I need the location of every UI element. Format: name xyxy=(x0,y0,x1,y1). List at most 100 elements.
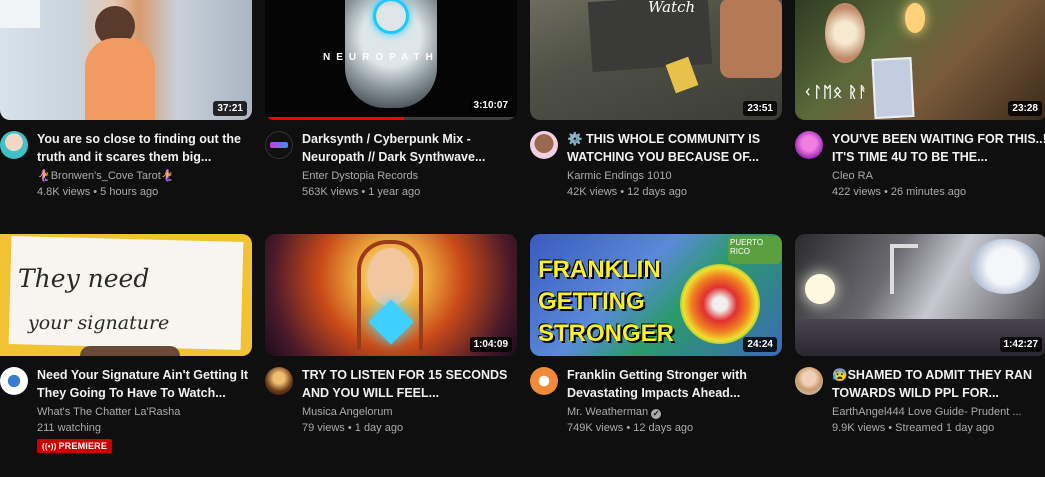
video-stats: 422 views • 26 minutes ago xyxy=(832,184,1045,200)
video-duration: 23:51 xyxy=(743,101,777,116)
video-title[interactable]: TRY TO LISTEN FOR 15 SECONDS AND YOU WIL… xyxy=(302,366,517,402)
premiere-badge-label: PREMIERE xyxy=(58,441,108,451)
thumbnail-crystals xyxy=(825,3,865,63)
watch-progress-fill xyxy=(265,117,404,120)
video-stats: 79 views • 1 day ago xyxy=(302,420,517,436)
channel-avatar[interactable] xyxy=(530,131,558,159)
channel-name[interactable]: Musica Angelorum xyxy=(302,404,517,420)
video-grid: 37:21 You are so close to finding out th… xyxy=(0,0,1045,477)
channel-avatar[interactable] xyxy=(795,131,823,159)
thumbnail-text: ᚲᛚᛖᛟ ᚱᚨ xyxy=(803,84,869,101)
thumbnail-headline: FRANKLIN GETTING STRONGER xyxy=(538,254,674,350)
premiere-badge: ((•)) PREMIERE xyxy=(37,439,113,453)
channel-avatar[interactable] xyxy=(265,367,293,395)
video-card[interactable]: ᚲᛚᛖᛟ ᚱᚨ 23:28 YOU'VE BEEN WAITING FOR TH… xyxy=(795,0,1045,200)
thumbnail-map-label: PUERTO RICO xyxy=(730,238,764,256)
channel-name[interactable]: 🧜‍♀️Bronwen's_Cove Tarot🧜‍♀️ xyxy=(37,168,252,184)
video-title[interactable]: Franklin Getting Stronger with Devastati… xyxy=(567,366,782,402)
view-count: 42K views xyxy=(567,186,618,198)
thumbnail-headline-line2: GETTING xyxy=(538,288,645,315)
view-count: 422 views xyxy=(832,186,881,198)
separator: • xyxy=(623,422,634,434)
channel-avatar[interactable] xyxy=(530,367,558,395)
video-card[interactable]: 37:21 You are so close to finding out th… xyxy=(0,0,252,200)
channel-name[interactable]: EarthAngel444 Love Guide- Prudent ... xyxy=(832,404,1045,420)
video-duration: 23:28 xyxy=(1008,101,1042,116)
video-thumbnail[interactable]: ᚲᛚᛖᛟ ᚱᚨ 23:28 xyxy=(795,0,1045,120)
upload-age: 12 days ago xyxy=(633,422,694,434)
separator: • xyxy=(358,186,369,198)
thumbnail-shelf xyxy=(0,0,40,28)
thumbnail-light xyxy=(805,274,835,304)
video-thumbnail[interactable]: 37:21 xyxy=(0,0,252,120)
video-duration: 1:04:09 xyxy=(469,337,512,352)
channel-name[interactable]: Karmic Endings 1010 xyxy=(567,168,782,184)
thumbnail-tarot-card xyxy=(871,56,915,120)
video-duration: 3:10:07 xyxy=(469,98,512,113)
thumbnail-rose xyxy=(970,239,1040,294)
separator: • xyxy=(90,186,101,198)
video-thumbnail[interactable]: NEUROPATH 3:10:07 xyxy=(265,0,517,120)
channel-name[interactable]: Cleo RA xyxy=(832,168,1045,184)
channel-name[interactable]: What's The Chatter La'Rasha xyxy=(37,404,252,420)
video-stats: 42K views • 12 days ago xyxy=(567,184,782,200)
video-thumbnail[interactable]: 1:04:09 xyxy=(265,234,517,356)
video-card[interactable]: 1:04:09 TRY TO LISTEN FOR 15 SECONDS AND… xyxy=(265,234,517,436)
watch-progress-bar xyxy=(265,117,517,120)
upload-age: 1 day ago xyxy=(354,422,404,434)
thumbnail-hand xyxy=(720,0,782,78)
broadcast-icon: ((•)) xyxy=(42,442,57,451)
thumbnail-cross xyxy=(890,244,918,294)
thumbnail-candle xyxy=(905,3,925,33)
channel-avatar[interactable] xyxy=(0,367,28,395)
separator: • xyxy=(617,186,628,198)
upload-age: 1 year ago xyxy=(368,186,421,198)
video-title[interactable]: Need Your Signature Ain't Getting It The… xyxy=(37,366,252,402)
video-duration: 24:24 xyxy=(743,337,777,352)
video-card[interactable]: PUERTO RICO FRANKLIN GETTING STRONGER 24… xyxy=(530,234,782,436)
video-duration: 37:21 xyxy=(213,101,247,116)
upload-age: 5 hours ago xyxy=(100,186,159,198)
video-title[interactable]: YOU'VE BEEN WAITING FOR THIS..! IT'S TIM… xyxy=(832,130,1045,166)
video-card[interactable]: 1:42:27 😰SHAMED TO ADMIT THEY RAN TOWARD… xyxy=(795,234,1045,436)
channel-name-text: Mr. Weatherman xyxy=(567,406,649,418)
thumbnail-text-line2: your signature xyxy=(28,312,170,334)
channel-name[interactable]: Enter Dystopia Records xyxy=(302,168,517,184)
video-card[interactable]: Watch 23:51 ⚙️ THIS WHOLE COMMUNITY IS W… xyxy=(530,0,782,200)
thumbnail-hurricane xyxy=(680,264,760,344)
video-title[interactable]: 😰SHAMED TO ADMIT THEY RAN TOWARDS WILD P… xyxy=(832,366,1045,402)
live-watching-count: 211 watching xyxy=(37,422,102,434)
separator: • xyxy=(880,186,891,198)
video-card[interactable]: NEUROPATH 3:10:07 Darksynth / Cyberpunk … xyxy=(265,0,517,200)
thumbnail-text: NEUROPATH xyxy=(323,52,439,63)
video-stats: 563K views • 1 year ago xyxy=(302,184,517,200)
video-thumbnail[interactable]: Watch 23:51 xyxy=(530,0,782,120)
thumbnail-person-body xyxy=(85,38,155,120)
channel-logo xyxy=(270,142,288,148)
video-thumbnail[interactable]: 1:42:27 xyxy=(795,234,1045,356)
channel-avatar[interactable] xyxy=(265,131,293,159)
separator: • xyxy=(885,422,896,434)
view-count: 9.9K views xyxy=(832,422,886,434)
thumbnail-headline-line3: STRONGER xyxy=(538,320,675,347)
channel-avatar[interactable] xyxy=(0,131,28,159)
video-title[interactable]: ⚙️ THIS WHOLE COMMUNITY IS WATCHING YOU … xyxy=(567,130,782,166)
thumbnail-headline-line1: FRANKLIN xyxy=(538,256,661,283)
video-duration: 1:42:27 xyxy=(999,337,1042,352)
verified-icon: ✓ xyxy=(651,409,662,419)
video-thumbnail[interactable]: PUERTO RICO FRANKLIN GETTING STRONGER 24… xyxy=(530,234,782,356)
video-card[interactable]: They need your signature Need Your Signa… xyxy=(0,234,252,454)
channel-avatar[interactable] xyxy=(795,367,823,395)
upload-age: 12 days ago xyxy=(627,186,688,198)
thumbnail-text: Watch xyxy=(648,0,696,16)
video-title[interactable]: Darksynth / Cyberpunk Mix - Neuropath //… xyxy=(302,130,517,166)
video-stats: 9.9K views • Streamed 1 day ago xyxy=(832,420,1045,436)
video-title[interactable]: You are so close to finding out the trut… xyxy=(37,130,252,166)
thumbnail-hand xyxy=(80,346,180,356)
view-count: 749K views xyxy=(567,422,624,434)
channel-name[interactable]: Mr. Weatherman ✓ xyxy=(567,404,782,420)
view-count: 79 views xyxy=(302,422,345,434)
view-count: 563K views xyxy=(302,186,359,198)
view-count: 4.8K views xyxy=(37,186,91,198)
video-thumbnail[interactable]: They need your signature xyxy=(0,234,252,356)
